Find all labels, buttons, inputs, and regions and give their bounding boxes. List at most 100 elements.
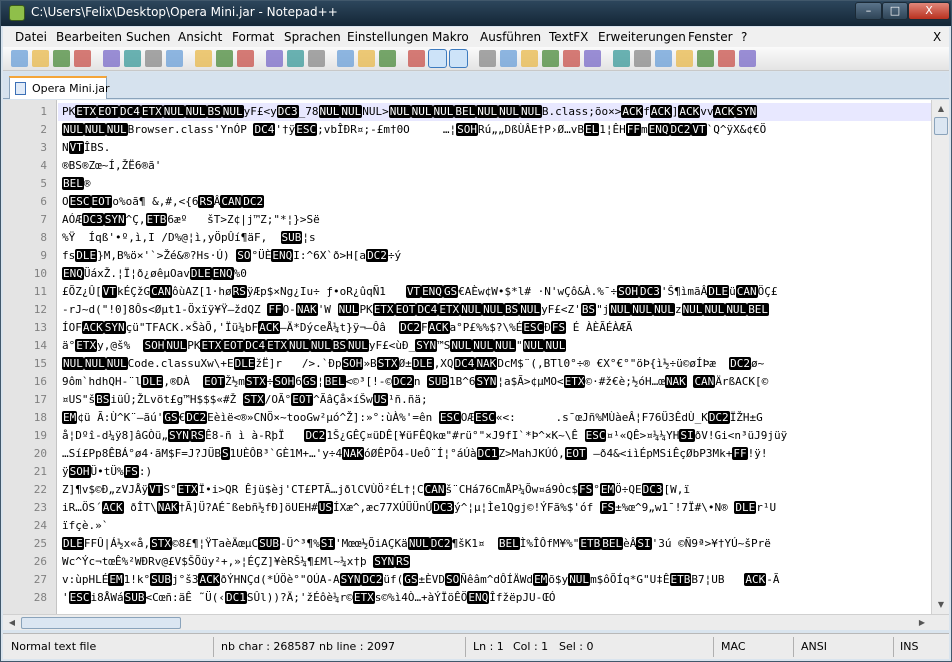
close-document-button[interactable]: X [933,30,941,44]
menu-sprachen[interactable]: Sprachen [284,30,341,44]
save-macro-icon[interactable] [613,50,630,67]
horizontal-scroll-thumb[interactable] [21,617,181,629]
save-all-icon[interactable] [74,50,91,67]
cut-icon[interactable] [166,50,183,67]
copy-icon[interactable] [195,50,212,67]
text-line[interactable]: Z]¶v$©Ð„zVJÅÿVTS°ETXÏ•i>QR Êjü$èj'CT£PTÃ… [62,481,931,499]
tfx-up-icon[interactable] [634,50,651,67]
menu-help[interactable]: ? [741,30,747,44]
menu-format[interactable]: Format [232,30,274,44]
tfx-x-icon[interactable] [697,50,714,67]
text-line[interactable]: ÿSOHÜ•tÜ%FS:) [62,463,931,481]
text-segment: Browser.class'YnÓP [127,123,254,136]
control-char-badge: DC2 [304,429,327,442]
text-line[interactable]: Wc^Ýc¬tœÊ%²WÐRv@£V$ŠÕüy²+,»¦ÉÇZ]¥èRŠ¼¶£M… [62,553,931,571]
zoom-in-icon[interactable] [337,50,354,67]
new-file-icon[interactable] [11,50,28,67]
text-line[interactable]: BEL® [62,175,931,193]
indent-guide-icon[interactable] [479,50,496,67]
save-icon[interactable] [53,50,70,67]
text-line[interactable]: AÓÆDC3 SYN^Ç,ETB6æº šT>Z¢|j™Z;"*¦}>Së [62,211,931,229]
zoom-out-icon[interactable] [358,50,375,67]
menu-datei[interactable]: Datei [15,30,47,44]
text-line[interactable]: NUL NUL NULBrowser.class'YnÓP DC4'†ÿESC;vb… [62,121,931,139]
close-all-icon[interactable] [124,50,141,67]
control-char-badge: EOT [394,303,417,316]
editor-area[interactable]: 1 2 3 4 5 6 7 8 9 10 11 12 13 14 15 16 17 18 19 20 21 22 23 24 2… [3,100,949,630]
menu-fenster[interactable]: Fenster [688,30,733,44]
close-window-button[interactable]: X [908,2,950,20]
word-wrap-icon[interactable] [428,49,447,68]
control-char-badge: FS [599,501,616,514]
sync-vertical-icon[interactable] [379,50,396,67]
print-icon[interactable] [145,50,162,67]
tfx-y-icon[interactable] [718,50,735,67]
text-line[interactable]: NVTÎBS. [62,139,931,157]
text-line[interactable]: %Ÿ Íqß'•º,ì,I /D%@¦ì,yÖpÛí¶äF, SUB¦s [62,229,931,247]
text-line[interactable]: v:ùpHLÉEM1!k°SUBj°š3ACKðÝHNÇd(*ÚÖè°"OÚA-… [62,571,931,589]
text-segment: 1¦ÊH [599,123,626,136]
text-line[interactable]: fsDLE}M,B%ö×'`>Žé&®?Hs·Ú) SO°ÜÈENQI:^6X`… [62,247,931,265]
record-macro-icon[interactable] [521,50,538,67]
vertical-scrollbar[interactable]: ▲ ▼ [931,100,949,614]
text-content[interactable]: PKETX EOT DC4 ETX NUL NUL BS NULyF£<yDC3_78NUL N… [58,100,931,614]
text-line[interactable]: ¤US"šBSiüÛ;ŽLvöt£g™H$$$«#Ž STX/OÃ°EOT^Ãâ… [62,391,931,409]
text-line[interactable]: ïfçè.»` [62,517,931,535]
text-line[interactable]: £ÕZ¿Û[VTkÉÇžGCANôùAZ[1·høRSÿÆp$×Ng¿Iu÷ ƒ… [62,283,931,301]
text-segment: N [62,141,69,154]
menu-makro[interactable]: Makro [432,30,469,44]
minimize-button[interactable]: – [855,2,882,20]
sync-horizontal-icon[interactable] [408,50,425,67]
close-icon[interactable] [103,50,120,67]
title-bar[interactable]: C:\Users\Felix\Desktop\Opera Mini.jar - … [1,1,951,26]
menu-erweiterungen[interactable]: Erweiterungen [598,30,686,44]
menu-suchen[interactable]: Suchen [126,30,170,44]
user-lang-icon[interactable] [500,50,517,67]
menu-ausfuehren[interactable]: Ausführen [480,30,541,44]
menu-einstellungen[interactable]: Einstellungen [347,30,428,44]
text-line[interactable]: ENQÜáxŽ.¦Ï¦ð¿øêµOavDLE ENQ%0 [62,265,931,283]
scroll-up-arrow-icon[interactable]: ▲ [934,102,948,116]
control-char-badge: SUB [258,537,280,550]
text-line[interactable]: å¦Dºî-d¼ÿ8]âGÒü„SYN RSÊ8-ñ ì à-RþÏ DC21Š¿… [62,427,931,445]
scroll-right-arrow-icon[interactable]: ▶ [915,617,929,629]
tfx-down-icon[interactable] [655,50,672,67]
menu-textfx[interactable]: TextFX [549,30,588,44]
scroll-down-arrow-icon[interactable]: ▼ [934,598,948,612]
text-line[interactable]: ®BS®Zœ~Í,ŽË6®ã' [62,157,931,175]
text-line[interactable]: ä°ETXy,@š% SOH NULPKETX EOT DC4 ETX NUL NUL BS N… [62,337,931,355]
text-line[interactable]: DLEFFÛ|Á½x«å,STX©8£¶¦ŸTaèÄœµCSUB-Ü^³¶%SI… [62,535,931,553]
menu-bearbeiten[interactable]: Bearbeiten [56,30,122,44]
show-all-chars-icon[interactable] [449,49,468,68]
vertical-scroll-thumb[interactable] [934,117,948,135]
redo-icon[interactable] [266,50,283,67]
control-char-badge: NUL [544,339,567,352]
text-line[interactable]: EM¢ü Ã:Ù^K¨—ãú'GS€DC2Eèìë<®»CNÖ×~tooGw²µ… [62,409,931,427]
spellcheck-icon[interactable] [739,50,756,67]
text-line[interactable]: OESC EOTo%oã¶ &,#,<{6RSÂCAN DC2 [62,193,931,211]
tfx-sort-icon[interactable] [676,50,693,67]
find-icon[interactable] [287,50,304,67]
text-line[interactable]: -rJ~d("!0]8Ôs<Øµt1-Öxïÿ¥Ÿ—ždQZ FFO-NAK'W… [62,301,931,319]
stop-macro-icon[interactable] [542,50,559,67]
text-line[interactable]: 'ESCi8ÅWáSUB<Cœñ:äÊ ˜Ü(‹DC1SÛl))?Ä;'žÉôè… [62,589,931,607]
current-line[interactable]: PKETX EOT DC4 ETX NUL NUL BS NULyF£<yDC3_78NUL N… [58,103,931,121]
undo-icon[interactable] [237,50,254,67]
control-char-badge: ACK [198,573,221,586]
text-line[interactable]: ÍOFACK SYNçü"TFACK.×ŠàÕ,'Ïü¼bFACK—Ä*DýceÅ… [62,319,931,337]
text-segment: }M,B%ö×'`>Žé&®?Hs·Ú) [97,249,237,262]
text-line[interactable]: …Sí£Pp8ÊBÁ°ø4·ãM$F=J?JÜBS1UÈÔB³`GÈ1M+…'y… [62,445,931,463]
text-line[interactable]: NUL NUL NULCode.classuXw\+EDLEžË]r />.`ÐpS… [62,355,931,373]
horizontal-scrollbar[interactable]: ◀ ▶ [3,614,949,630]
play-macro-icon[interactable] [563,50,580,67]
scroll-left-arrow-icon[interactable]: ◀ [5,617,19,629]
paste-icon[interactable] [216,50,233,67]
menu-ansicht[interactable]: Ansicht [178,30,222,44]
run-macro-multiple-icon[interactable] [584,50,601,67]
maximize-button[interactable]: □ [882,2,908,20]
open-file-icon[interactable] [32,50,49,67]
replace-icon[interactable] [308,50,325,67]
tab-opera-mini-jar[interactable]: Opera Mini.jar [9,76,110,99]
text-line[interactable]: iR…ÖS´ACK ðÎT\NAK†Ã]Ü?AÉ¯ßebñ½fÐ]öUEH#US… [62,499,931,517]
text-line[interactable]: 9ôm`hdhQH-¨lDLE,®DÀ EOTŽ½mSTX÷SOH6GS¦BEL… [62,373,931,391]
